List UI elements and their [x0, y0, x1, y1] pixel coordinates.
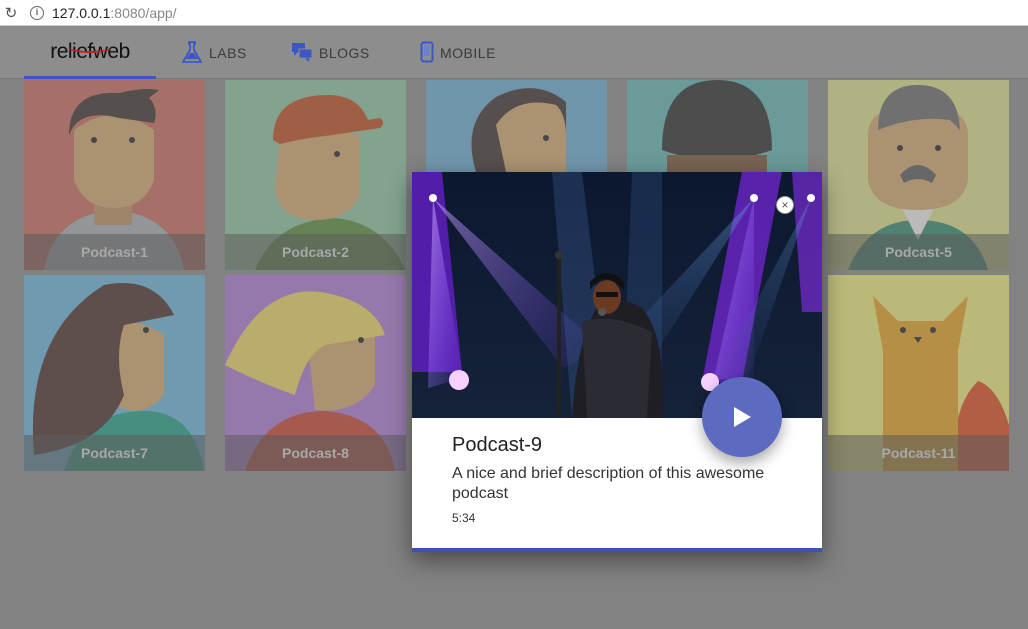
progress-bar [412, 548, 822, 552]
url-field[interactable]: i 127.0.0.1:8080/app/ [22, 2, 1024, 24]
nav-label-labs: LABS [209, 45, 247, 61]
nav-item-blogs[interactable]: BLOGS [291, 27, 370, 79]
play-button[interactable] [702, 377, 782, 457]
dialog-title: Podcast-9 [452, 434, 543, 456]
nav-label-mobile: MOBILE [440, 45, 496, 61]
chat-bubbles-icon [291, 41, 313, 66]
url-host: 127.0.0.1 [52, 4, 111, 21]
reload-icon[interactable]: ↻ [0, 4, 22, 22]
podcast-dialog: × Podcast-9 A nice and brief description… [412, 172, 822, 552]
app-toolbar: reliefweb LABS BLOGS MOBILE [0, 27, 1028, 79]
nav-label-blogs: BLOGS [319, 45, 370, 61]
nav-item-mobile[interactable]: MOBILE [420, 27, 496, 79]
flask-icon [181, 40, 203, 67]
phone-icon [420, 41, 434, 66]
browser-address-bar: ↻ i 127.0.0.1:8080/app/ [0, 0, 1028, 26]
url-path: :8080/app/ [110, 4, 177, 21]
logo-swoosh [68, 41, 112, 53]
dialog-duration: 5:34 [452, 511, 476, 525]
info-icon[interactable]: i [30, 5, 44, 20]
play-icon [734, 407, 751, 427]
nav-item-labs[interactable]: LABS [181, 27, 247, 79]
close-button[interactable]: × [776, 196, 794, 214]
dialog-description: A nice and brief description of this awe… [452, 465, 765, 502]
logo-tab[interactable]: reliefweb [24, 27, 156, 79]
